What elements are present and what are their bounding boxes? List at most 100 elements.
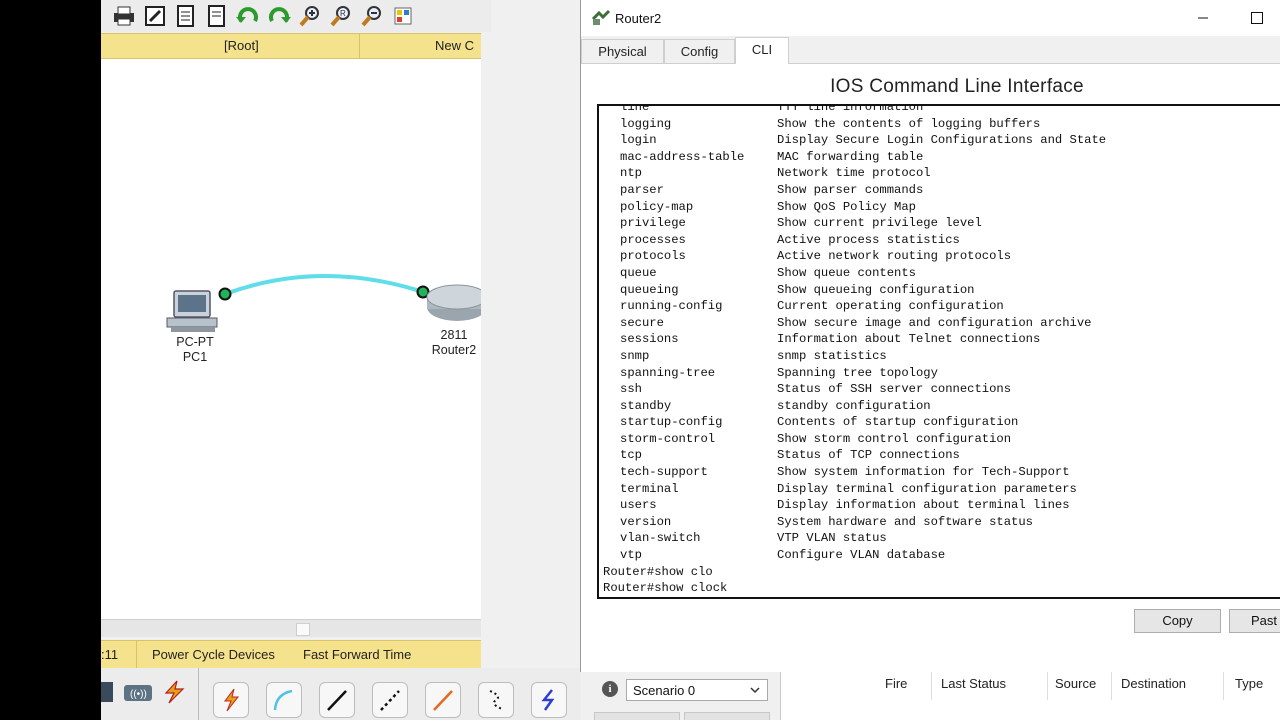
fiber-cable-icon[interactable]: [425, 682, 461, 718]
cli-command: spanning-tree: [620, 365, 716, 380]
cli-terminal[interactable]: line TTY line information logging Show the …: [597, 104, 1280, 599]
cli-command: vtp: [620, 548, 642, 563]
tab-config[interactable]: Config: [664, 39, 735, 63]
router-dialog: Router2 Physical Config CLI IOS Command …: [580, 0, 1280, 672]
document-icon[interactable]: [173, 4, 199, 28]
copy-button[interactable]: Copy: [1134, 609, 1221, 633]
router-icon[interactable]: [426, 284, 481, 321]
paste-button[interactable]: Past: [1229, 609, 1280, 633]
time-display: :11: [101, 647, 119, 662]
pc-icon[interactable]: [166, 290, 218, 332]
link-status-dot: [218, 287, 232, 301]
cli-command: queue: [620, 265, 657, 280]
cli-description: Show QoS Policy Map: [777, 199, 916, 214]
zoom-out-icon[interactable]: [359, 4, 385, 28]
pc-name-label: PC1: [182, 350, 208, 364]
phone-cable-icon[interactable]: [478, 682, 514, 718]
edit-icon[interactable]: [142, 4, 168, 28]
cli-command: mac-address-table: [620, 149, 745, 164]
wireless-icon[interactable]: ((•)): [123, 683, 153, 703]
cli-description: Show queue contents: [777, 265, 916, 280]
cli-description: Network time protocol: [777, 166, 931, 181]
cli-description: Show queueing configuration: [777, 282, 975, 297]
print-icon[interactable]: [111, 4, 137, 28]
page-title: IOS Command Line Interface: [830, 76, 1084, 97]
root-button[interactable]: [Root]: [224, 38, 259, 53]
maximize-icon: [1251, 12, 1263, 24]
cli-description: Configure VLAN database: [777, 548, 946, 563]
svg-text:((•)): ((•)): [130, 689, 147, 700]
cli-command: tcp: [620, 448, 642, 463]
column-header-destination[interactable]: Destination: [1121, 676, 1186, 691]
console-cable-icon[interactable]: [266, 682, 302, 718]
cli-command: parser: [620, 182, 664, 197]
cli-command: running-config: [620, 299, 723, 314]
cli-description: Display terminal configuration parameter…: [777, 481, 1077, 496]
divider: [1111, 672, 1112, 700]
document-icon[interactable]: [204, 4, 230, 28]
info-icon[interactable]: i: [602, 681, 618, 697]
column-header-source[interactable]: Source: [1055, 676, 1096, 691]
cli-description: Spanning tree topology: [777, 365, 938, 380]
cli-description: Current operating configuration: [777, 299, 1004, 314]
cli-description: VTP VLAN status: [777, 531, 887, 546]
pdu-list-table: Fire Last Status Source Destination Type: [780, 672, 1280, 720]
workspace-scrollbar[interactable]: [101, 619, 481, 637]
connections-icon[interactable]: [159, 680, 189, 704]
column-header-type[interactable]: Type: [1235, 676, 1263, 691]
maximize-button[interactable]: [1247, 8, 1267, 28]
auto-connection-icon[interactable]: [213, 682, 249, 718]
link-cable[interactable]: [224, 274, 424, 296]
zoom-reset-icon[interactable]: R: [328, 4, 354, 28]
divider: [1223, 672, 1224, 700]
fast-forward-time-button[interactable]: Fast Forward Time: [303, 647, 411, 662]
straight-through-cable-icon[interactable]: [319, 682, 355, 718]
serial-cable-icon[interactable]: [531, 682, 567, 718]
column-header-fire[interactable]: Fire: [885, 676, 907, 691]
pc-type-label: PC-PT: [176, 335, 214, 349]
cli-command: startup-config: [620, 415, 723, 430]
cli-description: Status of SSH server connections: [777, 382, 1012, 397]
tab-physical[interactable]: Physical: [581, 39, 664, 63]
crossover-cable-icon[interactable]: [372, 682, 408, 718]
divider: [931, 672, 932, 700]
divider: [1047, 672, 1048, 700]
column-header-last-status[interactable]: Last Status: [941, 676, 1006, 691]
cli-prompt: Router#show clo: [603, 564, 713, 579]
cli-command: processes: [620, 232, 686, 247]
scenario-select[interactable]: Scenario 0: [626, 679, 768, 701]
new-scenario-button[interactable]: [594, 712, 680, 720]
divider: [198, 668, 199, 720]
cli-description: System hardware and software status: [777, 514, 1033, 529]
cli-command: ssh: [620, 382, 642, 397]
undo-icon[interactable]: [235, 4, 261, 28]
cli-description: Show secure image and configuration arch…: [777, 315, 1092, 330]
delete-scenario-button[interactable]: [684, 712, 770, 720]
logical-workspace[interactable]: PC-PT PC1 2811 Router2: [101, 59, 481, 619]
zoom-in-icon[interactable]: [297, 4, 323, 28]
cli-command: policy-map: [620, 199, 694, 214]
device-category-icon[interactable]: [101, 682, 113, 702]
logical-workspace-bar: [Root] New C: [101, 33, 481, 59]
cli-command: storm-control: [620, 431, 716, 446]
dialog-title: Router2: [615, 11, 662, 26]
palette-icon[interactable]: [390, 4, 416, 28]
cli-command: users: [620, 498, 657, 513]
cli-description: Display information about terminal lines: [777, 498, 1070, 513]
new-cluster-button[interactable]: New C: [435, 38, 474, 53]
svg-text:R: R: [340, 9, 346, 18]
minimize-button[interactable]: [1193, 8, 1213, 28]
router-type-label: 2811: [440, 328, 468, 342]
redo-icon[interactable]: [266, 4, 292, 28]
scrollbar-thumb[interactable]: [296, 623, 310, 636]
cli-description: Display Secure Login Configurations and …: [777, 133, 1107, 148]
power-cycle-devices-button[interactable]: Power Cycle Devices: [152, 647, 275, 662]
cli-description: Information about Telnet connections: [777, 332, 1041, 347]
divider: [359, 34, 360, 58]
router-app-icon: [591, 9, 611, 25]
scenario-panel: i Scenario 0 Fire Last Status Source Des…: [584, 672, 1280, 720]
dialog-title-bar[interactable]: Router2: [581, 0, 1280, 36]
router-name-label: Router2: [431, 343, 477, 357]
cli-description: Show the contents of logging buffers: [777, 116, 1041, 131]
tab-cli[interactable]: CLI: [735, 37, 789, 64]
